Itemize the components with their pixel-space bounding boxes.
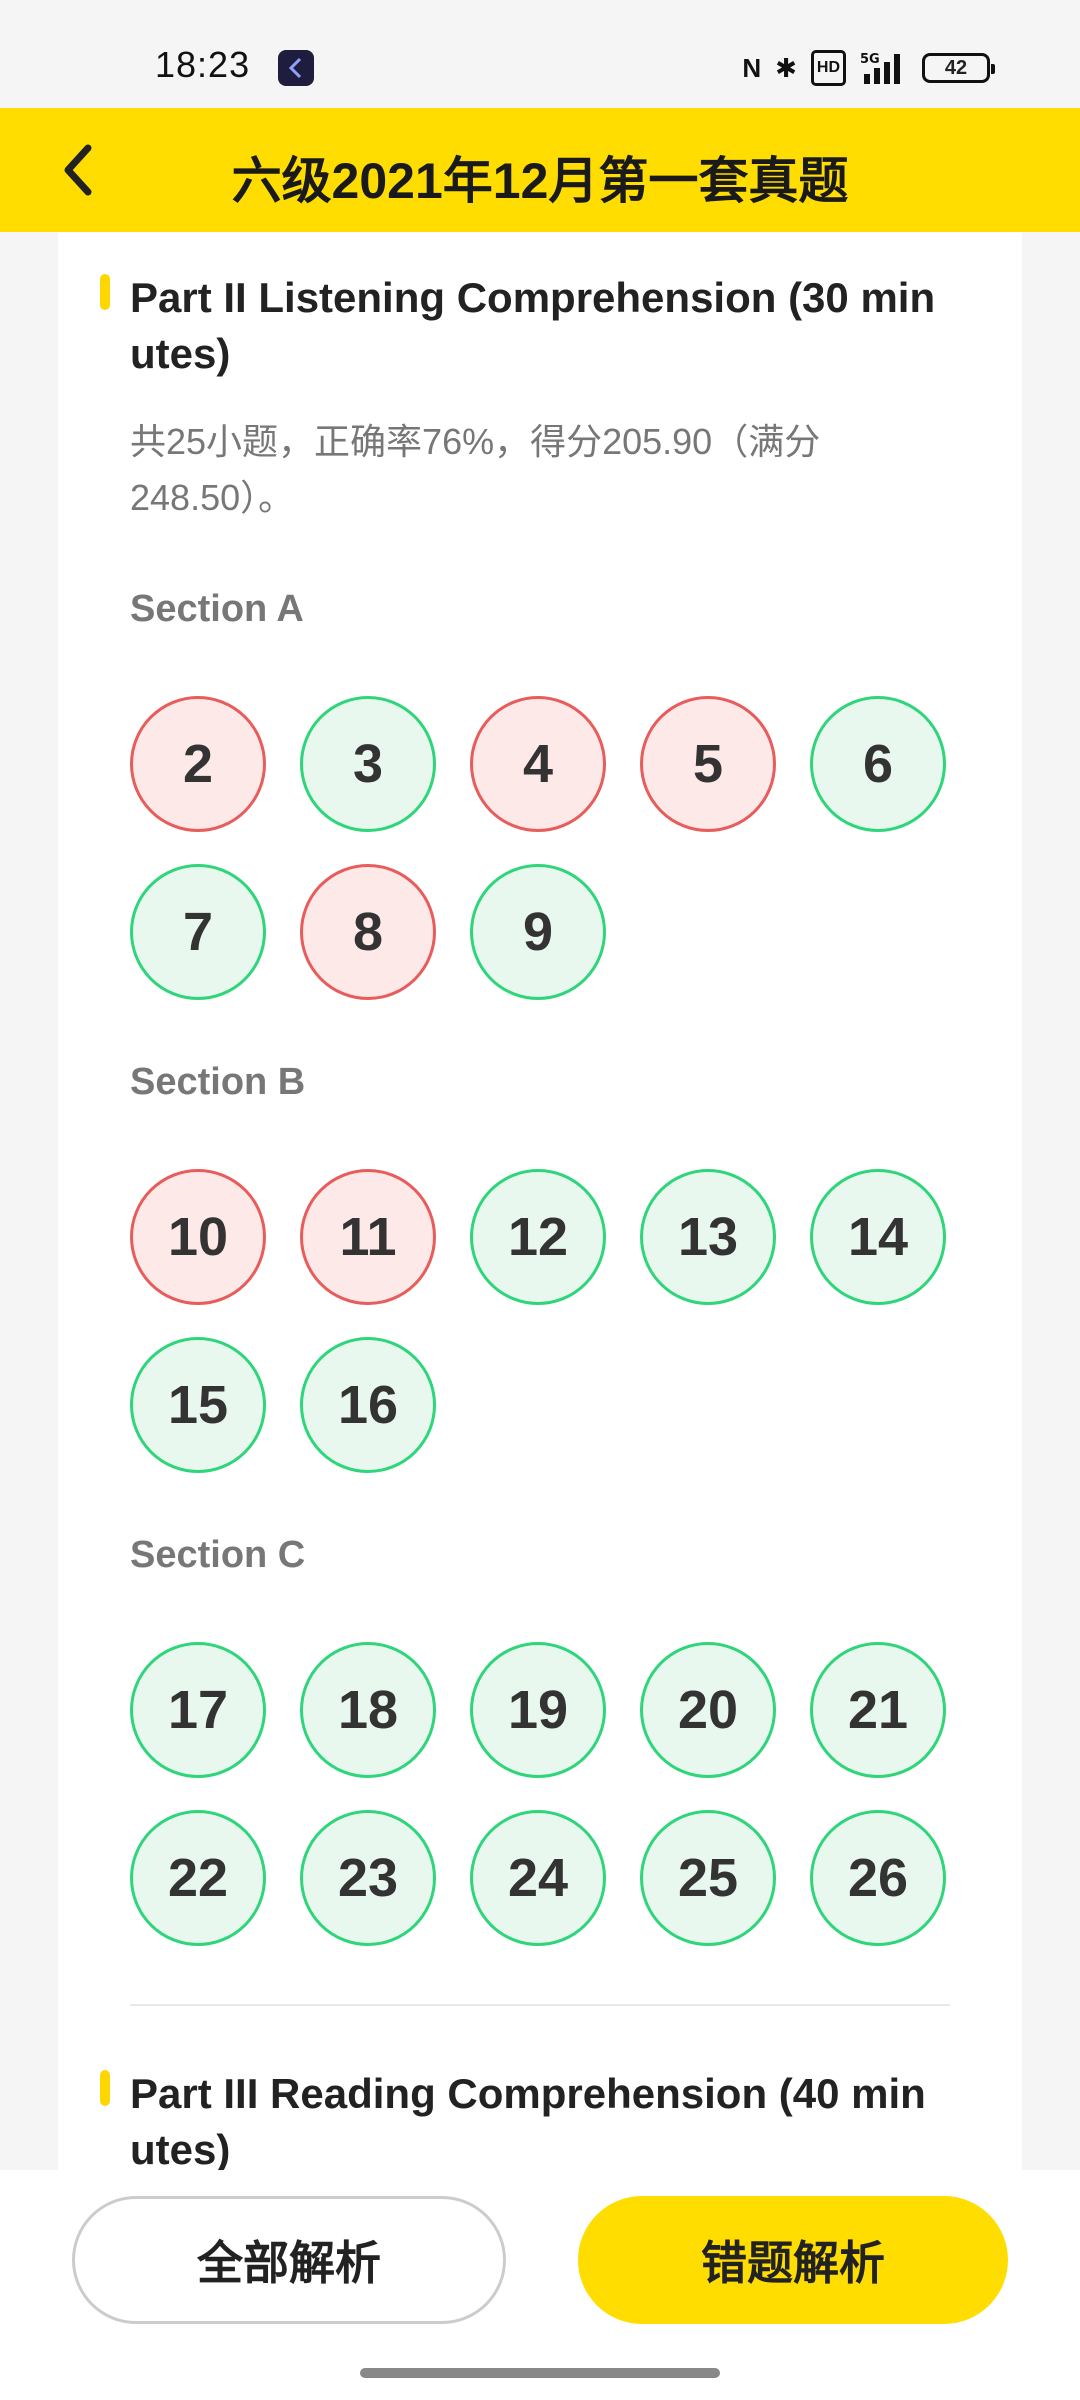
part-title-line: Part II Listening Comprehension (30 min	[130, 274, 936, 321]
question-grid-section-a: 23456 789	[130, 696, 950, 1000]
question-button-13[interactable]: 13	[640, 1169, 776, 1305]
battery-icon: 42	[922, 53, 995, 83]
question-button-10[interactable]: 10	[130, 1169, 266, 1305]
section-label-c: Section C	[130, 1534, 306, 1576]
section-label-b: Section B	[130, 1061, 306, 1103]
question-button-22[interactable]: 22	[130, 1810, 266, 1946]
bluetooth-icon: ✱	[775, 52, 797, 83]
part-divider	[130, 2004, 950, 2006]
part-title-line: utes)	[130, 330, 231, 377]
part-marker	[100, 274, 110, 310]
part-title-line: utes)	[130, 2126, 231, 2170]
question-button-20[interactable]: 20	[640, 1642, 776, 1778]
question-button-2[interactable]: 2	[130, 696, 266, 832]
header-bar: 六级2021年12月第一套真题	[0, 108, 1080, 232]
summary-line: 248.50）。	[130, 477, 295, 518]
question-button-18[interactable]: 18	[300, 1642, 436, 1778]
question-button-24[interactable]: 24	[470, 1810, 606, 1946]
question-button-19[interactable]: 19	[470, 1642, 606, 1778]
question-button-11[interactable]: 11	[300, 1169, 436, 1305]
question-button-23[interactable]: 23	[300, 1810, 436, 1946]
question-button-3[interactable]: 3	[300, 696, 436, 832]
question-button-6[interactable]: 6	[810, 696, 946, 832]
all-analysis-button[interactable]: 全部解析	[72, 2196, 506, 2324]
page-title: 六级2021年12月第一套真题	[231, 153, 849, 209]
nfc-icon: N	[742, 52, 762, 83]
part-title-reading: Part III Reading Comprehension (40 min u…	[130, 2066, 1022, 2170]
part-title-listening: Part II Listening Comprehension (30 min …	[130, 270, 1022, 382]
app-notification-icon	[278, 50, 314, 86]
result-card: Part II Listening Comprehension (30 min …	[58, 232, 1022, 2170]
question-button-5[interactable]: 5	[640, 696, 776, 832]
question-button-16[interactable]: 16	[300, 1337, 436, 1473]
bottom-action-bar: 全部解析 错题解析	[0, 2170, 1080, 2400]
network-type-label: 5G	[860, 52, 880, 67]
question-button-9[interactable]: 9	[470, 864, 606, 1000]
status-bar: 18:23 N ✱ HD 5G 42	[0, 0, 1080, 108]
home-indicator[interactable]	[360, 2368, 720, 2378]
question-grid-section-b: 10 11 12 13 14 15 16	[130, 1169, 950, 1473]
question-button-17[interactable]: 17	[130, 1642, 266, 1778]
question-button-12[interactable]: 12	[470, 1169, 606, 1305]
question-button-4[interactable]: 4	[470, 696, 606, 832]
part-summary: 共25小题，正确率76%，得分205.90（满分 248.50）。	[130, 414, 950, 526]
part-marker	[100, 2070, 110, 2106]
status-icons: N ✱ HD 5G 42	[742, 48, 995, 88]
question-button-26[interactable]: 26	[810, 1810, 946, 1946]
signal-5g-icon: 5G	[860, 50, 908, 86]
question-button-14[interactable]: 14	[810, 1169, 946, 1305]
question-button-8[interactable]: 8	[300, 864, 436, 1000]
question-button-25[interactable]: 25	[640, 1810, 776, 1946]
question-button-15[interactable]: 15	[130, 1337, 266, 1473]
hd-icon: HD	[810, 50, 846, 86]
question-button-7[interactable]: 7	[130, 864, 266, 1000]
part-title-line: Part III Reading Comprehension (40 min	[130, 2070, 926, 2117]
status-time: 18:23	[155, 44, 251, 85]
question-grid-section-c: 17 18 19 20 21 22 23 24 25 26	[130, 1642, 950, 1946]
question-button-21[interactable]: 21	[810, 1642, 946, 1778]
summary-line: 共25小题，正确率76%，得分205.90（满分	[130, 421, 821, 462]
section-label-a: Section A	[130, 588, 304, 630]
wrong-analysis-button[interactable]: 错题解析	[578, 2196, 1008, 2324]
